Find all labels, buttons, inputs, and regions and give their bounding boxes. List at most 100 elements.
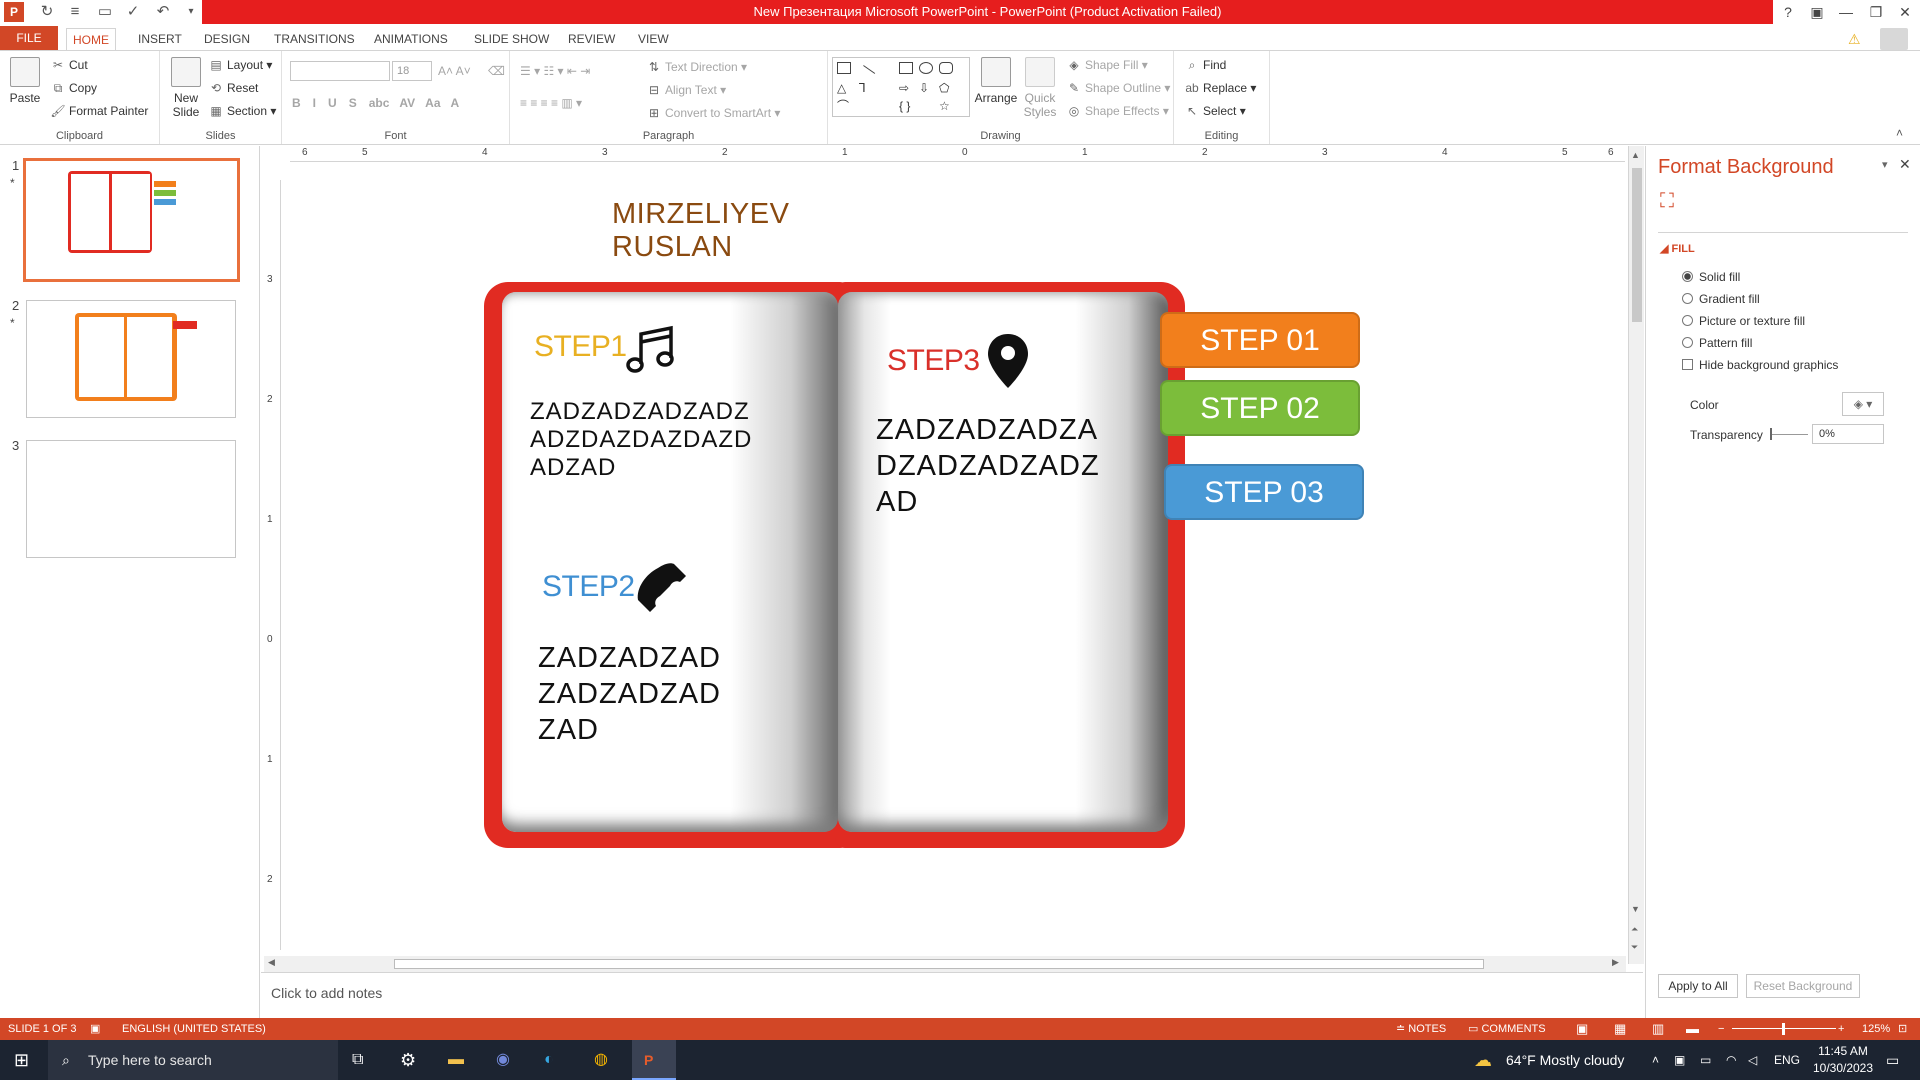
spelling-icon[interactable]: ✓ (122, 2, 144, 22)
grow-font-icon[interactable]: A˄ A˅ (438, 61, 471, 81)
notes-placeholder[interactable]: Click to add notes (271, 985, 382, 1001)
customize-qat-icon[interactable]: ▾ (180, 2, 202, 22)
rectangle-shape-icon[interactable] (899, 62, 913, 74)
tab-animations[interactable]: ANIMATIONS (368, 28, 454, 50)
transparency-slider[interactable] (1770, 434, 1808, 435)
shape-effects-button[interactable]: ◎ Shape Effects ▾ (1066, 101, 1169, 121)
spell-check-icon[interactable]: ▣ (90, 1018, 100, 1040)
down-arrow-shape-icon[interactable]: ⇩ (919, 82, 933, 94)
slide-sorter-icon[interactable]: ▦ (1614, 1018, 1626, 1040)
tab-view[interactable]: VIEW (632, 28, 675, 50)
scroll-thumb[interactable] (1632, 168, 1642, 322)
battery-icon[interactable]: ▭ (1700, 1040, 1711, 1080)
slideshow-view-icon[interactable]: ▬ (1686, 1018, 1699, 1040)
scroll-right-icon[interactable]: ▶ (1612, 957, 1619, 968)
new-slide-button[interactable]: New Slide (166, 57, 206, 119)
textbox-shape-icon[interactable] (837, 62, 851, 74)
step2-label[interactable]: STEP2 (542, 570, 635, 604)
zoom-in-icon[interactable]: + (1838, 1018, 1844, 1040)
apply-to-all-button[interactable]: Apply to All (1658, 974, 1738, 998)
clear-format-icon[interactable]: ⌫ (488, 61, 505, 81)
discord-icon[interactable]: ◉ (496, 1040, 510, 1080)
restore-button[interactable]: ❐ (1861, 0, 1891, 24)
help-button[interactable]: ? (1773, 0, 1803, 24)
tab-home[interactable]: HOME (66, 28, 116, 50)
zoom-slider-handle[interactable] (1782, 1023, 1785, 1035)
settings-icon[interactable]: ⚙ (400, 1040, 416, 1080)
input-language[interactable]: ENG (1774, 1040, 1800, 1080)
color-picker-button[interactable]: ◈ ▾ (1842, 392, 1884, 416)
find-button[interactable]: ⌕ Find (1184, 55, 1227, 75)
case-button[interactable]: Aa (425, 96, 440, 110)
cut-button[interactable]: ✂ Cut (50, 55, 88, 75)
qat-list-icon[interactable]: ≡ (64, 2, 86, 22)
select-button[interactable]: ↖ Select ▾ (1184, 101, 1246, 121)
ribbon-display-button[interactable]: ▣ (1802, 0, 1832, 24)
font-color-button[interactable]: A (451, 96, 472, 110)
gradient-fill-option[interactable]: Gradient fill (1682, 290, 1760, 308)
avatar[interactable] (1880, 28, 1908, 50)
step-03-button[interactable]: STEP 03 (1164, 464, 1364, 520)
zoom-out-icon[interactable]: − (1718, 1018, 1724, 1040)
arrow-shape-icon[interactable]: ⇨ (899, 82, 913, 94)
step1-body[interactable]: ZADZADZADZADZ ADZDAZDAZDAZD ADZAD (530, 398, 770, 482)
start-slideshow-icon[interactable]: ▭ (94, 2, 116, 22)
copy-button[interactable]: ⧉ Copy (50, 78, 97, 98)
volume-icon[interactable]: ◁ (1748, 1040, 1757, 1080)
shapes-gallery[interactable]: △ ⅂ ⇨ ⇩ ⬠ ☆ ⌒ { } (832, 57, 970, 117)
scroll-left-icon[interactable]: ◀ (268, 957, 275, 968)
file-explorer-icon[interactable]: ▬ (448, 1040, 464, 1080)
task-view-icon[interactable]: ⧉ (352, 1040, 363, 1080)
windows-start-icon[interactable]: ⊞ (14, 1040, 29, 1080)
fit-slide-icon[interactable]: ⊡ (1898, 1018, 1907, 1040)
horizontal-scrollbar[interactable]: ◀ ▶ (264, 956, 1626, 972)
rounded-rect-shape-icon[interactable] (939, 62, 953, 74)
notes-button[interactable]: ≐ NOTES (1396, 1018, 1446, 1040)
connector-shape-icon[interactable]: ⅂ (859, 82, 873, 94)
slide-thumbnail-2[interactable] (26, 300, 236, 418)
tab-slide-show[interactable]: SLIDE SHOW (468, 28, 555, 50)
oval-shape-icon[interactable] (919, 62, 933, 74)
vertical-scrollbar[interactable]: ▲ ▼ ⏶ ⏷ (1628, 146, 1644, 964)
triangle-shape-icon[interactable]: △ (837, 82, 851, 94)
pattern-fill-option[interactable]: Pattern fill (1682, 334, 1752, 352)
shape-fill-button[interactable]: ◈ Shape Fill ▾ (1066, 55, 1147, 75)
step-01-button[interactable]: STEP 01 (1160, 312, 1360, 368)
slide-thumbnail-1[interactable] (23, 158, 240, 282)
notes-area[interactable]: Click to add notes (261, 972, 1643, 1018)
step2-body[interactable]: ZADZADZAD ZADZADZAD ZAD (538, 640, 758, 748)
font-size-field[interactable]: 18 (392, 61, 432, 81)
bold-button[interactable]: B (292, 96, 313, 110)
weather-icon[interactable]: ☁ (1474, 1040, 1492, 1080)
pane-close-icon[interactable]: ✕ (1899, 156, 1911, 173)
transparency-field[interactable]: 0% (1812, 424, 1884, 444)
curve-shape-icon[interactable]: ⌒ (837, 100, 851, 112)
checkbox[interactable] (1682, 359, 1693, 370)
weather-text[interactable]: 64°F Mostly cloudy (1506, 1040, 1624, 1080)
scroll-up-icon[interactable]: ▲ (1631, 150, 1640, 160)
fill-bucket-icon[interactable]: ⛶ (1660, 190, 1674, 213)
bullets-icon[interactable]: ☰ ▾ ☷ ▾ ⇤ ⇥ (520, 61, 590, 81)
next-slide-icon[interactable]: ⏷ (1631, 942, 1638, 953)
prev-slide-icon[interactable]: ⏶ (1631, 924, 1638, 935)
solid-fill-option[interactable]: Solid fill (1682, 268, 1740, 286)
tab-transitions[interactable]: TRANSITIONS (268, 28, 361, 50)
wifi-icon[interactable]: ◠ (1726, 1040, 1736, 1080)
tab-file[interactable]: FILE (0, 26, 58, 50)
star-shape-icon[interactable]: ☆ (939, 100, 953, 112)
scroll-down-icon[interactable]: ▼ (1631, 904, 1640, 914)
align-text-button[interactable]: ⊟ Align Text ▾ (646, 80, 726, 100)
reset-background-button[interactable]: Reset Background (1746, 974, 1860, 998)
slide-thumbnail-3[interactable] (26, 440, 236, 558)
reading-view-icon[interactable]: ▥ (1652, 1018, 1664, 1040)
section-button[interactable]: ▦ Section ▾ (208, 101, 276, 121)
close-button[interactable]: ✕ (1890, 0, 1920, 24)
taskbar-search-box[interactable]: ⌕ Type here to search (48, 1040, 338, 1080)
slide-canvas[interactable]: MIRZELIYEV RUSLAN STEP1 ZADZADZADZADZ AD… (290, 162, 1625, 950)
warning-icon[interactable]: ⚠ (1842, 28, 1867, 50)
radio[interactable] (1682, 337, 1693, 348)
reset-button[interactable]: ⟲ Reset (208, 78, 258, 98)
arrange-button[interactable]: Arrange (974, 57, 1018, 105)
step-02-button[interactable]: STEP 02 (1160, 380, 1360, 436)
step3-body[interactable]: ZADZADZADZA DZADZADZADZ AD (876, 412, 1106, 520)
